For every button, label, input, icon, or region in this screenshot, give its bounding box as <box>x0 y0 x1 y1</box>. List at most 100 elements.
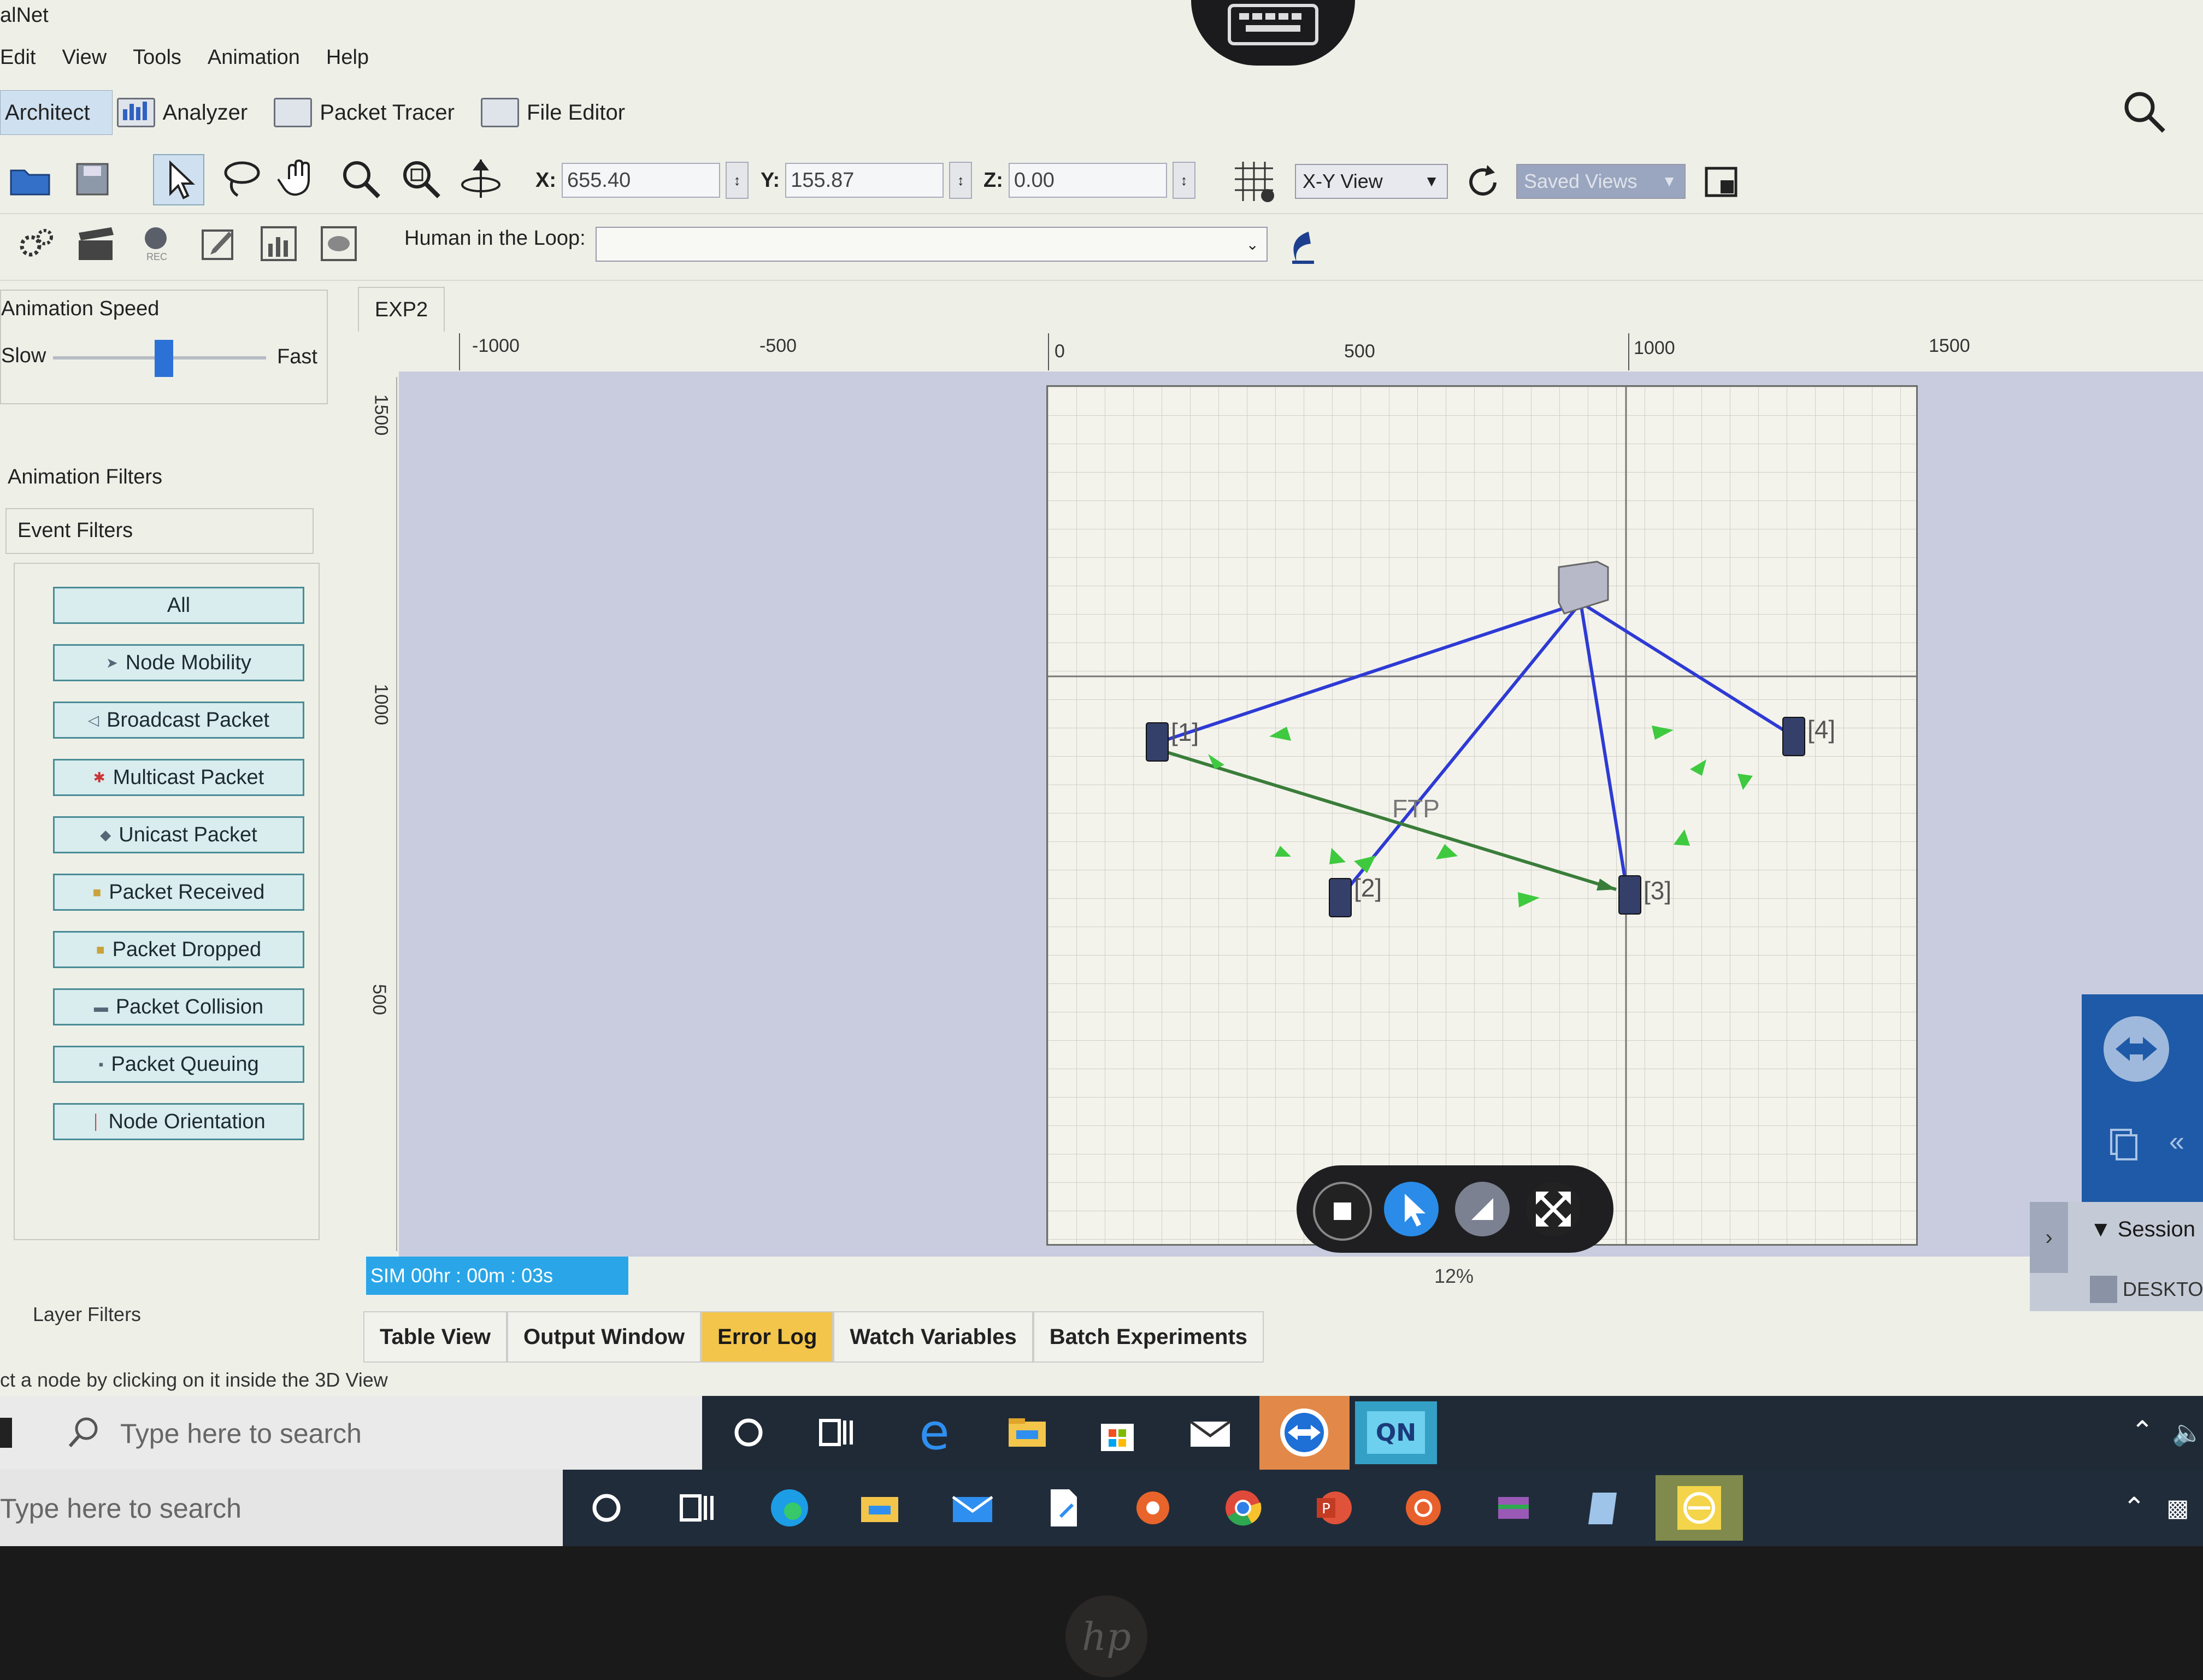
speaker-muted-icon[interactable]: 🔈 <box>2172 1418 2203 1448</box>
scenario-grid[interactable]: [1] [2] [3] [4] FTP <box>1046 385 1918 1253</box>
windows-start-icon[interactable] <box>0 1418 12 1448</box>
chrome-icon[interactable] <box>1216 1481 1270 1535</box>
chart-icon[interactable] <box>254 219 303 268</box>
rotate-3d-icon[interactable] <box>456 154 505 203</box>
node-label-1[interactable]: [1] <box>1171 717 1199 747</box>
collapse-icon[interactable]: « <box>2169 1125 2184 1157</box>
zoom-fit-icon[interactable] <box>396 154 445 203</box>
x-spinner[interactable]: ↕ <box>726 162 749 199</box>
y-field[interactable]: 155.87 <box>785 163 944 198</box>
select-pointer-icon[interactable] <box>153 154 204 205</box>
notes-icon[interactable] <box>1576 1481 1631 1535</box>
battery-icon[interactable]: ▩ <box>2166 1494 2189 1522</box>
menu-help[interactable]: Help <box>326 46 384 69</box>
hitl-connect-icon[interactable] <box>1276 224 1325 273</box>
cortana-icon[interactable] <box>721 1405 776 1460</box>
keyboard-icon[interactable] <box>1191 0 1355 66</box>
chevron-right-icon[interactable]: › <box>2030 1202 2068 1273</box>
mail-icon[interactable] <box>945 1481 1000 1535</box>
open-folder-icon[interactable] <box>5 154 55 203</box>
tab-packet-tracer[interactable]: Packet Tracer <box>269 91 476 134</box>
filter-node-mobility[interactable]: ➤ Node Mobility <box>53 644 304 681</box>
filter-packet-queuing[interactable]: ▪ Packet Queuing <box>53 1046 304 1083</box>
teamviewer-icon[interactable] <box>2104 1016 2169 1082</box>
select-mode-button[interactable] <box>1384 1182 1439 1236</box>
tab-output-window[interactable]: Output Window <box>507 1311 702 1363</box>
tab-watch-variables[interactable]: Watch Variables <box>833 1311 1033 1363</box>
qualnet-taskbar-button[interactable]: QN <box>1355 1401 1437 1464</box>
node-label-2[interactable]: [2] <box>1354 873 1382 903</box>
cortana-icon[interactable] <box>579 1481 634 1535</box>
file-explorer-icon[interactable] <box>852 1481 907 1535</box>
filter-unicast-packet[interactable]: ◆ Unicast Packet <box>53 816 304 853</box>
tab-file-editor[interactable]: File Editor <box>476 91 647 134</box>
edge-legacy-icon[interactable]: e <box>907 1404 962 1461</box>
filter-all[interactable]: All <box>53 587 304 624</box>
mail-icon[interactable] <box>1183 1405 1238 1460</box>
saved-views-select[interactable]: Saved Views ▼ <box>1516 164 1686 199</box>
pan-hand-icon[interactable] <box>276 154 325 203</box>
hitl-select[interactable]: ⌄ <box>596 227 1268 262</box>
edit-icon[interactable] <box>194 219 243 268</box>
filter-packet-collision[interactable]: ▬ Packet Collision <box>53 988 304 1025</box>
node-label-4[interactable]: [4] <box>1807 715 1835 744</box>
fullscreen-button[interactable] <box>1526 1182 1581 1236</box>
tab-error-log[interactable]: Error Log <box>701 1311 834 1363</box>
remote-search-box[interactable]: Type here to search <box>0 1396 702 1470</box>
tab-exp2[interactable]: EXP2 <box>358 287 445 332</box>
x-field[interactable]: 655.40 <box>562 163 720 198</box>
session-desktop-item[interactable]: DESKTO <box>2090 1276 2203 1303</box>
event-filters-header[interactable]: Event Filters <box>5 508 314 554</box>
search-icon[interactable] <box>2120 87 2169 137</box>
tab-batch-experiments[interactable]: Batch Experiments <box>1033 1311 1264 1363</box>
app-orange-icon[interactable] <box>1126 1481 1180 1535</box>
refresh-icon[interactable] <box>1459 157 1508 207</box>
document-icon[interactable] <box>1035 1481 1090 1535</box>
chevron-up-icon[interactable]: ⌃ <box>2123 1492 2146 1523</box>
z-field[interactable]: 0.00 <box>1008 163 1167 198</box>
gears-icon[interactable] <box>11 219 60 268</box>
menu-tools[interactable]: Tools <box>133 46 197 69</box>
node-label-3[interactable]: [3] <box>1644 876 1671 905</box>
file-explorer-icon[interactable] <box>1000 1405 1055 1460</box>
tab-analyzer[interactable]: Analyzer <box>113 91 270 134</box>
menu-edit[interactable]: Edit <box>0 46 51 69</box>
task-view-icon[interactable] <box>669 1481 724 1535</box>
task-view-icon[interactable] <box>809 1405 863 1460</box>
session-header[interactable]: ▼ Session <box>2090 1217 2195 1242</box>
y-spinner[interactable]: ↕ <box>949 162 973 199</box>
layer-filters-label[interactable]: Layer Filters <box>33 1303 141 1326</box>
lasso-icon[interactable] <box>216 154 265 203</box>
stop-button[interactable] <box>1313 1182 1372 1241</box>
filter-multicast-packet[interactable]: ✱ Multicast Packet <box>53 759 304 796</box>
chevron-up-icon[interactable]: ⌃ <box>2131 1415 2154 1447</box>
speed-slider-thumb[interactable] <box>154 340 173 377</box>
grid-settings-icon[interactable] <box>1229 157 1279 207</box>
menu-view[interactable]: View <box>62 46 122 69</box>
menu-animation[interactable]: Animation <box>208 46 315 69</box>
record-icon[interactable]: REC <box>131 219 180 268</box>
copy-icon[interactable] <box>2104 1125 2142 1164</box>
winrar-icon[interactable] <box>1486 1481 1541 1535</box>
ubuntu-icon[interactable] <box>1396 1481 1451 1535</box>
teamviewer-local-button[interactable] <box>1656 1475 1743 1541</box>
save-icon[interactable] <box>68 154 117 203</box>
clapperboard-icon[interactable] <box>71 219 120 268</box>
teamviewer-taskbar-button[interactable] <box>1259 1396 1350 1470</box>
tab-architect[interactable]: Architect <box>0 90 113 135</box>
local-search-box[interactable]: Type here to search <box>0 1470 563 1546</box>
plot-icon[interactable] <box>314 219 363 268</box>
resize-button[interactable] <box>1455 1182 1510 1236</box>
filter-node-orientation[interactable]: │ Node Orientation <box>53 1103 304 1140</box>
store-icon[interactable] <box>1090 1405 1145 1460</box>
filter-packet-received[interactable]: ■ Packet Received <box>53 874 304 911</box>
window-toggle-icon[interactable] <box>1697 157 1746 207</box>
filter-packet-dropped[interactable]: ■ Packet Dropped <box>53 931 304 968</box>
z-spinner[interactable]: ↕ <box>1172 162 1195 199</box>
view-select[interactable]: X-Y View ▼ <box>1295 164 1448 199</box>
filter-broadcast-packet[interactable]: ◁ Broadcast Packet <box>53 702 304 739</box>
powerpoint-icon[interactable]: P <box>1306 1481 1360 1535</box>
tab-table-view[interactable]: Table View <box>363 1311 508 1363</box>
zoom-icon[interactable] <box>336 154 385 203</box>
edge-icon[interactable] <box>762 1481 817 1535</box>
